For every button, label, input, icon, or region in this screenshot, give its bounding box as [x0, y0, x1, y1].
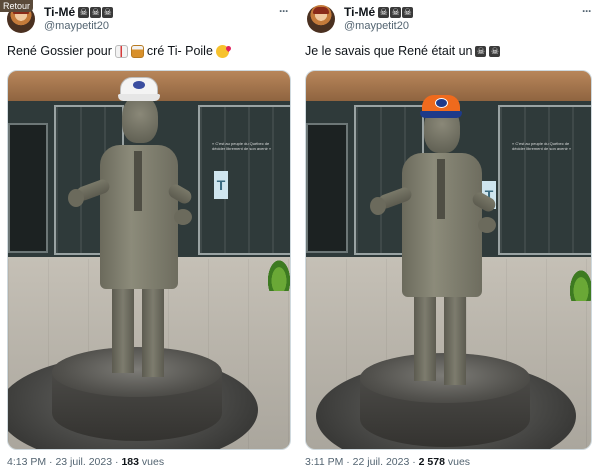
kiss-face-icon — [215, 44, 229, 58]
more-options-icon[interactable]: ··· — [582, 4, 592, 18]
author-handle[interactable]: @maypetit20 — [44, 20, 109, 32]
tweet-date[interactable]: 22 juil. 2023 — [353, 456, 410, 468]
tweet-photo[interactable]: « C'est au peuple du Québec de décider l… — [305, 70, 592, 450]
skull-crossbones-icon: ☠ — [390, 6, 402, 18]
bottle-icon — [114, 44, 128, 58]
name-emojis: ☠ ☠ ☠ — [378, 6, 414, 18]
tweet-meta: 3:11 PM · 22 juil. 2023 · 2 578 vues — [305, 456, 471, 468]
tweet-meta: 4:13 PM · 23 juil. 2023 · 183 vues — [7, 456, 165, 468]
skull-crossbones-icon: ☠ — [102, 6, 114, 18]
whisky-glass-icon — [130, 44, 144, 58]
skull-crossbones-icon: ☠ — [475, 45, 487, 57]
pedestal-top — [52, 347, 222, 397]
avatar[interactable] — [307, 5, 335, 33]
tweet-text-part2: cré Ti- Poile — [146, 44, 213, 58]
statue-head — [122, 95, 158, 143]
author-handle[interactable]: @maypetit20 — [344, 20, 409, 32]
tweet-date[interactable]: 23 juil. 2023 — [55, 456, 112, 468]
back-badge[interactable]: Retour — [0, 0, 34, 12]
window: « C'est au peuple du Québec de décider l… — [198, 105, 290, 255]
author-name[interactable]: Ti-Mé — [44, 5, 75, 19]
author-name[interactable]: Ti-Mé — [344, 5, 375, 19]
skull-crossbones-icon: ☠ — [489, 45, 501, 57]
tweet-text-part1: Je le savais que René était un — [305, 44, 473, 58]
tweet-time[interactable]: 3:11 PM — [305, 456, 343, 468]
author-line: Ti-Mé ☠ ☠ ☠ — [44, 5, 114, 19]
sign-letter: T — [214, 171, 228, 199]
views-count: 183 — [121, 456, 139, 468]
tweet-time[interactable]: 4:13 PM — [7, 456, 46, 468]
author-line: Ti-Mé ☠ ☠ ☠ — [344, 5, 414, 19]
plant — [568, 267, 591, 301]
tweet-text: René Gossier pour cré Ti- Poile — [7, 44, 229, 58]
skull-crossbones-icon: ☠ — [90, 6, 102, 18]
window-sign-text: « C'est au peuple du Québec de décider l… — [512, 141, 572, 151]
tweet-photo[interactable]: « C'est au peuple du Québec de décider l… — [7, 70, 291, 450]
tweet-right[interactable]: Ti-Mé ☠ ☠ ☠ @maypetit20 ··· Je le savais… — [300, 0, 600, 474]
views-label: vues — [141, 456, 165, 468]
window: « C'est au peuple du Québec de décider l… — [498, 105, 591, 255]
skull-crossbones-icon: ☠ — [402, 6, 414, 18]
more-options-icon[interactable]: ··· — [279, 4, 289, 18]
skull-crossbones-icon: ☠ — [378, 6, 390, 18]
tweet-text-part1: René Gossier pour — [7, 44, 112, 58]
tweet-left[interactable]: Retour Ti-Mé ☠ ☠ ☠ @maypetit20 ··· René … — [0, 0, 296, 474]
plant — [266, 257, 290, 291]
skull-crossbones-icon: ☠ — [78, 6, 90, 18]
views-count: 2 578 — [418, 456, 445, 468]
window-sign-text: « C'est au peuple du Québec de décider l… — [212, 141, 272, 151]
name-emojis: ☠ ☠ ☠ — [78, 6, 114, 18]
door — [306, 123, 348, 253]
door — [8, 123, 48, 253]
views-label: vues — [447, 456, 471, 468]
tweet-text: Je le savais que René était un ☠ ☠ — [305, 44, 501, 58]
